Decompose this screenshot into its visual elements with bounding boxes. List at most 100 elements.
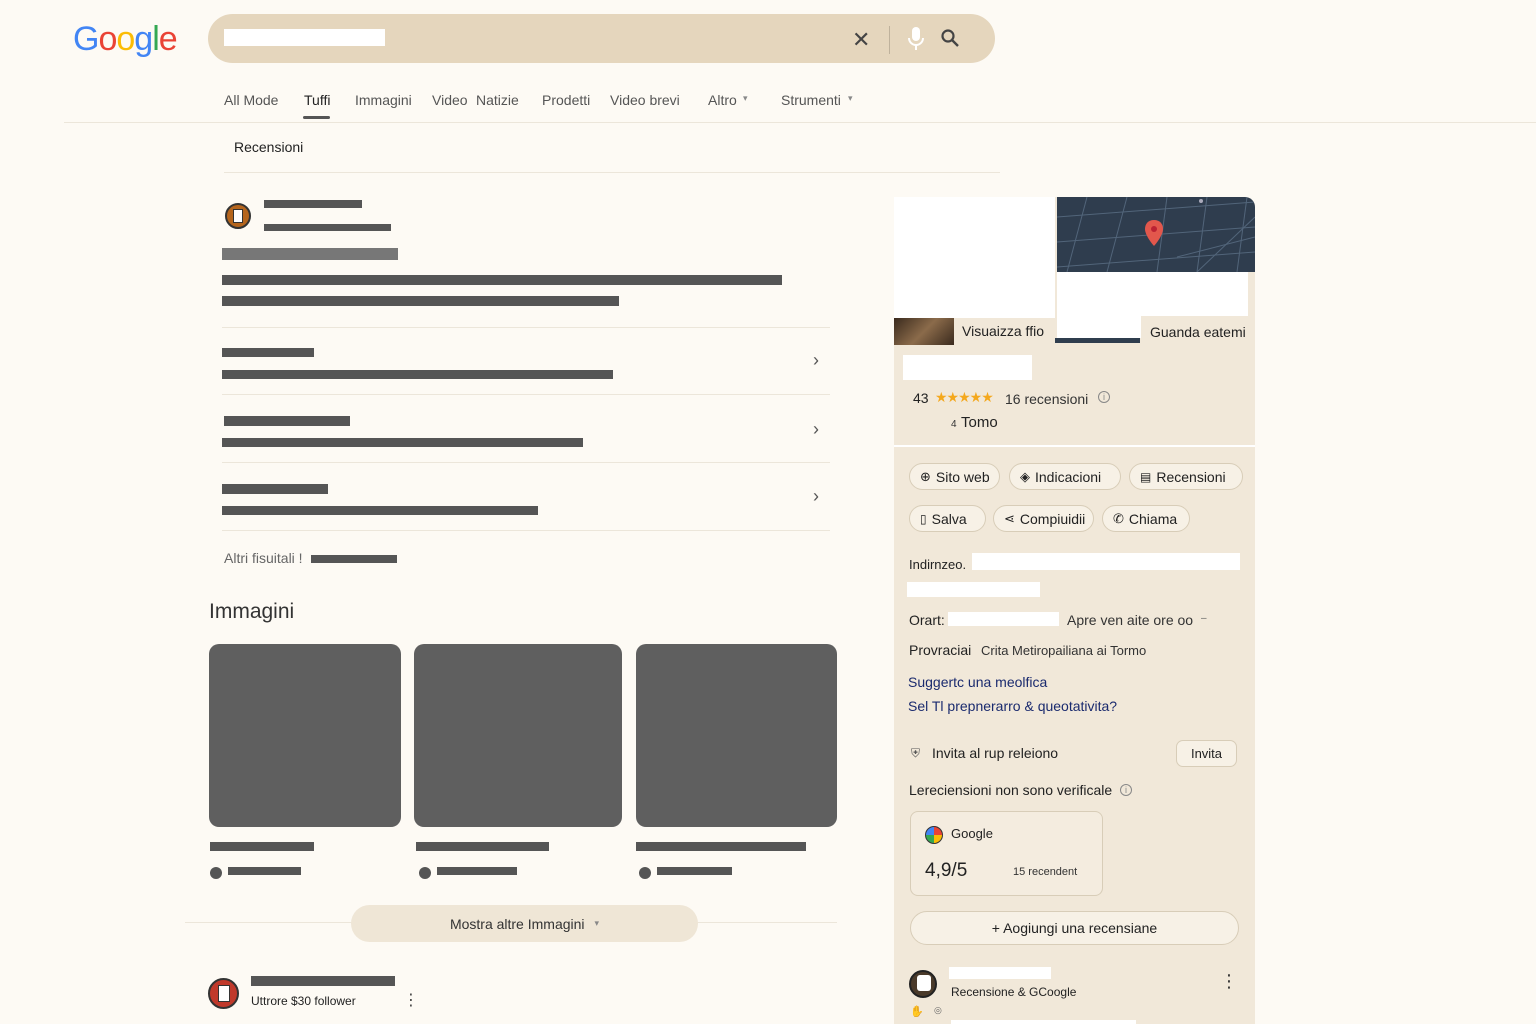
result-subtitle: Uttrore $30 follower xyxy=(251,994,356,1008)
source-icon xyxy=(419,867,431,879)
divider xyxy=(222,394,830,395)
divider xyxy=(222,530,830,531)
source-icon xyxy=(639,867,651,879)
close-icon[interactable]: ✕ xyxy=(852,27,870,53)
list-item-title[interactable] xyxy=(222,484,328,494)
add-review-button[interactable]: + Aogiungi una recensiane xyxy=(910,911,1239,945)
hours-label: Orart: xyxy=(909,612,945,628)
result-url xyxy=(264,224,391,231)
reviews-button[interactable]: ▤ Recensioni xyxy=(1129,463,1243,490)
place-title xyxy=(903,355,1032,380)
photo-thumbnail[interactable] xyxy=(894,318,954,345)
more-options-icon[interactable]: ⋮ xyxy=(403,990,419,1010)
list-item-title[interactable] xyxy=(224,416,350,426)
review-source-count: 15 recendent xyxy=(1013,866,1078,878)
chevron-right-icon[interactable]: › xyxy=(813,350,819,371)
tab-tuffi[interactable]: Tuffi xyxy=(304,92,330,108)
search-icon[interactable] xyxy=(940,28,960,53)
photo-placeholder[interactable] xyxy=(894,197,1055,318)
reviews-count-link[interactable]: 16 recensioni xyxy=(1005,391,1088,407)
reviewer-name[interactable] xyxy=(949,967,1051,979)
search-results-page: Google ✕ All Mode Tuffi Immagini Video N… xyxy=(0,0,1536,1024)
tab-strumenti[interactable]: Strumenti xyxy=(781,92,841,108)
tab-prodotti[interactable]: Prodetti xyxy=(542,92,590,108)
map-placeholder xyxy=(1057,272,1248,316)
search-input[interactable] xyxy=(224,29,385,46)
phone-icon: ✆ xyxy=(1113,510,1124,526)
image-source xyxy=(437,867,517,875)
directions-button[interactable]: ◈ Indicacioni xyxy=(1009,463,1121,490)
chevron-right-icon[interactable]: › xyxy=(813,486,819,507)
google-logo[interactable]: Google xyxy=(73,20,178,59)
subtab-recensioni[interactable]: Recensioni xyxy=(234,139,303,155)
list-item-text xyxy=(222,506,538,515)
result-snippet xyxy=(222,296,619,306)
image-thumbnail[interactable] xyxy=(414,644,622,827)
more-results-label[interactable]: Altri fisuitali ! xyxy=(224,550,303,566)
rating-value: 43 xyxy=(913,390,929,406)
unverified-reviews-label: Lereciensioni non sono verificale xyxy=(909,782,1113,798)
tab-video[interactable]: Video xyxy=(432,92,468,108)
list-item-text xyxy=(222,438,583,447)
hours-status xyxy=(948,612,1059,626)
shield-icon: ⛨ xyxy=(911,746,921,760)
claim-business-link[interactable]: Sel Tl prepnerarro & queotativita? xyxy=(908,698,1117,714)
tab-immagini[interactable]: Immagini xyxy=(355,92,412,108)
header-divider xyxy=(64,122,1536,123)
address-label: Indirnzeo. xyxy=(909,557,967,572)
chevron-down-icon[interactable]: – xyxy=(1201,613,1207,624)
chevron-down-icon: ▾ xyxy=(743,93,748,103)
more-results-link[interactable] xyxy=(311,555,397,563)
image-thumbnail[interactable] xyxy=(636,644,837,827)
review-source-card[interactable] xyxy=(910,811,1103,896)
list-item-title[interactable] xyxy=(222,348,314,357)
images-section-title: Immagini xyxy=(209,600,295,623)
image-source xyxy=(228,867,301,875)
share-button[interactable]: ⋖ Compiuidii xyxy=(993,505,1094,532)
save-button[interactable]: ▯ Salva xyxy=(909,505,986,532)
category-prefix: 4 xyxy=(951,419,957,430)
info-icon[interactable]: i xyxy=(1098,391,1110,403)
category-label: Tomo xyxy=(961,414,998,431)
suggest-edit-link[interactable]: Suggertc una meolfica xyxy=(908,674,1047,690)
active-tab-indicator xyxy=(303,116,330,119)
chevron-down-icon: ▾ xyxy=(594,918,600,928)
more-options-icon[interactable]: ⋮ xyxy=(1220,971,1238,992)
thumbs-up-icon[interactable]: ✋ xyxy=(910,1005,924,1018)
image-caption xyxy=(636,842,806,851)
divider xyxy=(222,327,830,328)
result-title[interactable] xyxy=(222,248,398,260)
address-value xyxy=(907,582,1040,597)
divider xyxy=(222,462,830,463)
view-photos-label[interactable]: Visuaizza ffio xyxy=(962,323,1044,339)
call-button[interactable]: ✆ Chiama xyxy=(1102,505,1190,532)
star-rating-icon: ★★★★★ xyxy=(935,389,994,405)
google-icon xyxy=(925,826,943,844)
website-button[interactable]: ⊕ Sito web xyxy=(909,463,1000,490)
tab-notizie[interactable]: Natizie xyxy=(476,92,519,108)
tab-altro[interactable]: Altro xyxy=(708,92,737,108)
image-caption xyxy=(416,842,549,851)
avatar[interactable] xyxy=(909,970,937,998)
invite-button[interactable]: Invita xyxy=(1176,740,1237,767)
province-value: Crita Metiropailiana ai Tormo xyxy=(981,643,1147,658)
info-icon[interactable]: i xyxy=(1120,784,1132,796)
chevron-right-icon[interactable]: › xyxy=(813,419,819,440)
province-label: Provraciai xyxy=(909,642,972,658)
result-site-name[interactable] xyxy=(251,976,395,986)
tab-all-mode[interactable]: All Mode xyxy=(224,92,278,108)
site-favicon-icon xyxy=(208,978,239,1009)
hours-value[interactable]: Apre ven aite ore oo xyxy=(1067,612,1193,628)
location-pin-icon xyxy=(1144,219,1164,252)
image-thumbnail[interactable] xyxy=(209,644,401,827)
show-more-images-label: Mostra altre Immagini xyxy=(449,915,585,932)
flag-icon[interactable]: ◎ xyxy=(934,1005,942,1016)
map-strip xyxy=(1055,338,1140,343)
view-map-label[interactable]: Guanda eatemi xyxy=(1150,324,1246,340)
image-caption xyxy=(210,842,314,851)
tab-video-brevi[interactable]: Video brevi xyxy=(610,92,680,108)
show-more-images-button[interactable]: Mostra altre Immagini ▾ xyxy=(351,905,698,942)
invite-text: Invita al rup releiono xyxy=(932,745,1059,761)
mic-icon[interactable] xyxy=(906,26,926,57)
result-snippet xyxy=(222,275,782,285)
